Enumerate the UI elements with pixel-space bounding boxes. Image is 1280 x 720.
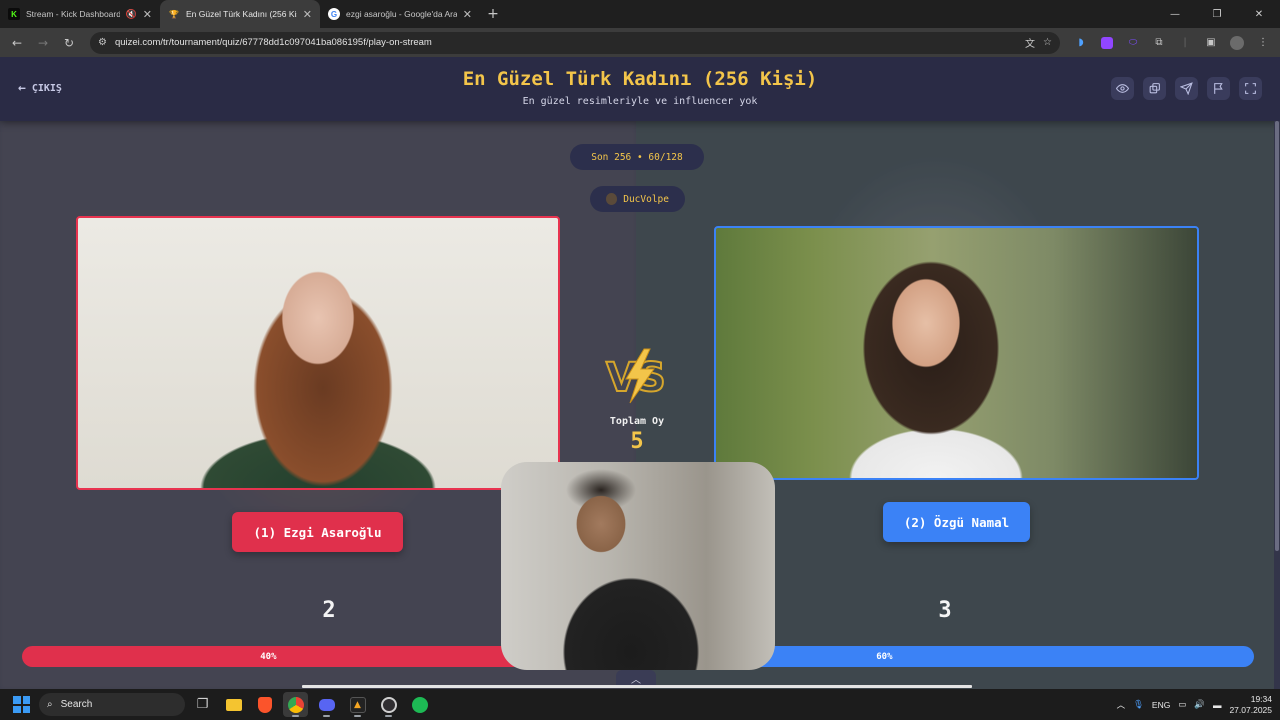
url-text[interactable]: quizei.com/tr/tournament/quiz/67778dd1c0… bbox=[115, 37, 1017, 48]
address-bar[interactable]: ⚙ quizei.com/tr/tournament/quiz/67778dd1… bbox=[90, 31, 1060, 54]
file-explorer-icon[interactable] bbox=[221, 692, 246, 717]
streamer-name: DucVolpe bbox=[623, 193, 669, 205]
tab-kick-dashboard[interactable]: K Stream - Kick Dashboard 🔇 ✕ bbox=[0, 0, 160, 28]
windows-start-icon[interactable] bbox=[13, 696, 30, 713]
streaming-app-icon[interactable]: ▲ bbox=[345, 692, 370, 717]
extension-twitch-icon[interactable] bbox=[1096, 32, 1118, 54]
google-favicon-icon: G bbox=[328, 8, 340, 20]
eye-icon[interactable] bbox=[1111, 77, 1134, 100]
share-icon[interactable] bbox=[1143, 77, 1166, 100]
search-placeholder: Search bbox=[60, 699, 93, 710]
site-info-icon[interactable]: ⚙ bbox=[98, 37, 107, 48]
quiz-header: ← ÇIKIŞ En Güzel Türk Kadını (256 Kişi) … bbox=[0, 57, 1280, 121]
system-clock[interactable]: 19:34 27.07.2025 bbox=[1229, 694, 1272, 716]
streamer-badge: DucVolpe bbox=[590, 186, 685, 212]
system-tray: ︿ 🎙 ENG ▭ 🔊 ▬ 19:34 27.07.2025 bbox=[1117, 689, 1272, 720]
new-tab-button[interactable]: + bbox=[480, 0, 506, 28]
tab-title: Stream - Kick Dashboard bbox=[26, 9, 120, 19]
total-votes-label: Toplam Oy bbox=[609, 416, 665, 427]
left-percent-bar: 40% bbox=[22, 646, 515, 667]
obs-studio-icon[interactable] bbox=[376, 692, 401, 717]
taskbar-apps: ❐ ▲ bbox=[190, 692, 432, 717]
battery-icon[interactable]: ▬ bbox=[1213, 700, 1222, 710]
restore-icon[interactable]: ❐ bbox=[1196, 0, 1238, 28]
close-tab-icon[interactable]: ✕ bbox=[463, 8, 472, 21]
browser-tabbar: K Stream - Kick Dashboard 🔇 ✕ 🏆 En Güzel… bbox=[0, 0, 1280, 28]
taskbar-search[interactable]: ⌕ Search bbox=[39, 693, 185, 716]
reload-icon[interactable]: ↻ bbox=[58, 32, 80, 54]
sidepanel-icon[interactable]: ▣ bbox=[1200, 32, 1222, 54]
extension-audio-icon[interactable]: ◗ bbox=[1070, 32, 1092, 54]
vote-right-button[interactable]: (2) Özgü Namal bbox=[883, 502, 1030, 542]
contestant-left-image[interactable] bbox=[76, 216, 560, 490]
trophy-favicon-icon: 🏆 bbox=[169, 9, 179, 19]
fullscreen-icon[interactable] bbox=[1239, 77, 1262, 100]
forward-arrow-icon[interactable]: → bbox=[32, 32, 54, 54]
tab-title: En Güzel Türk Kadını (256 Kişi) bbox=[186, 9, 297, 19]
tab-title: ezgi asaroğlu - Google'da Ara bbox=[346, 9, 457, 19]
muted-speaker-icon[interactable]: 🔇 bbox=[126, 9, 137, 20]
spotify-icon[interactable] bbox=[407, 692, 432, 717]
round-indicator: Son 256 • 60/128 bbox=[570, 144, 704, 170]
total-votes-value: 5 bbox=[630, 429, 644, 454]
menu-dots-icon[interactable]: ⋮ bbox=[1252, 32, 1274, 54]
brave-browser-icon[interactable] bbox=[252, 692, 277, 717]
chrome-browser-icon[interactable] bbox=[283, 692, 308, 717]
profile-avatar-icon[interactable] bbox=[1226, 32, 1248, 54]
page-scrollbar[interactable] bbox=[1274, 121, 1280, 689]
close-tab-icon[interactable]: ✕ bbox=[143, 8, 152, 21]
browser-toolbar: ← → ↻ ⚙ quizei.com/tr/tournament/quiz/67… bbox=[0, 28, 1280, 57]
network-icon[interactable]: ▭ bbox=[1178, 699, 1186, 710]
extensions-puzzle-icon[interactable]: ⧉ bbox=[1148, 32, 1170, 54]
vote-left-button[interactable]: (1) Ezgi Asaroğlu bbox=[232, 512, 403, 552]
chevron-up-icon[interactable]: ︿ bbox=[616, 670, 656, 686]
close-window-icon[interactable]: ✕ bbox=[1238, 0, 1280, 28]
window-controls: — ❐ ✕ bbox=[1154, 0, 1280, 28]
contestant-right-image[interactable] bbox=[714, 226, 1199, 480]
header-actions bbox=[1111, 77, 1262, 100]
quiz-page: ← ÇIKIŞ En Güzel Türk Kadını (256 Kişi) … bbox=[0, 57, 1280, 689]
search-icon: ⌕ bbox=[47, 699, 53, 710]
windows-taskbar: ⌕ Search ❐ ▲ ︿ 🎙 ENG ▭ 🔊 ▬ 19:34 27.07.2… bbox=[0, 689, 1280, 720]
kick-favicon-icon: K bbox=[8, 8, 20, 20]
left-vote-count: 2 bbox=[322, 598, 336, 623]
clock-date: 27.07.2025 bbox=[1229, 704, 1272, 715]
flag-icon[interactable] bbox=[1207, 77, 1230, 100]
page-title: En Güzel Türk Kadını (256 Kişi) bbox=[462, 68, 818, 90]
task-view-icon[interactable]: ❐ bbox=[190, 692, 215, 717]
divider: | bbox=[1183, 37, 1187, 48]
language-indicator[interactable]: ENG bbox=[1152, 700, 1170, 710]
user-avatar bbox=[606, 193, 618, 205]
back-arrow-icon[interactable]: ← bbox=[6, 32, 28, 54]
extension-purple-icon[interactable]: ⬭ bbox=[1122, 32, 1144, 54]
right-vote-count: 3 bbox=[938, 598, 952, 623]
webcam-overlay bbox=[501, 462, 775, 670]
translate-icon[interactable]: 文 bbox=[1025, 35, 1035, 50]
page-subtitle: En güzel resimleriyle ve influencer yok bbox=[522, 96, 758, 107]
bookmark-star-icon[interactable]: ☆ bbox=[1043, 37, 1052, 48]
send-icon[interactable] bbox=[1175, 77, 1198, 100]
tab-google-search[interactable]: G ezgi asaroğlu - Google'da Ara ✕ bbox=[320, 0, 480, 28]
tab-quiz[interactable]: 🏆 En Güzel Türk Kadını (256 Kişi) ✕ bbox=[160, 0, 320, 28]
versus-lightning-icon: VS bbox=[605, 348, 667, 404]
microphone-icon[interactable]: 🎙 bbox=[1133, 699, 1144, 710]
chevron-up-icon[interactable]: ︿ bbox=[1117, 699, 1126, 711]
volume-icon[interactable]: 🔊 bbox=[1194, 699, 1205, 710]
scrollbar-thumb[interactable] bbox=[1275, 121, 1279, 551]
bottom-divider bbox=[302, 685, 972, 688]
close-tab-icon[interactable]: ✕ bbox=[303, 8, 312, 21]
clock-time: 19:34 bbox=[1250, 693, 1272, 704]
minimize-icon[interactable]: — bbox=[1154, 0, 1196, 28]
discord-icon[interactable] bbox=[314, 692, 339, 717]
